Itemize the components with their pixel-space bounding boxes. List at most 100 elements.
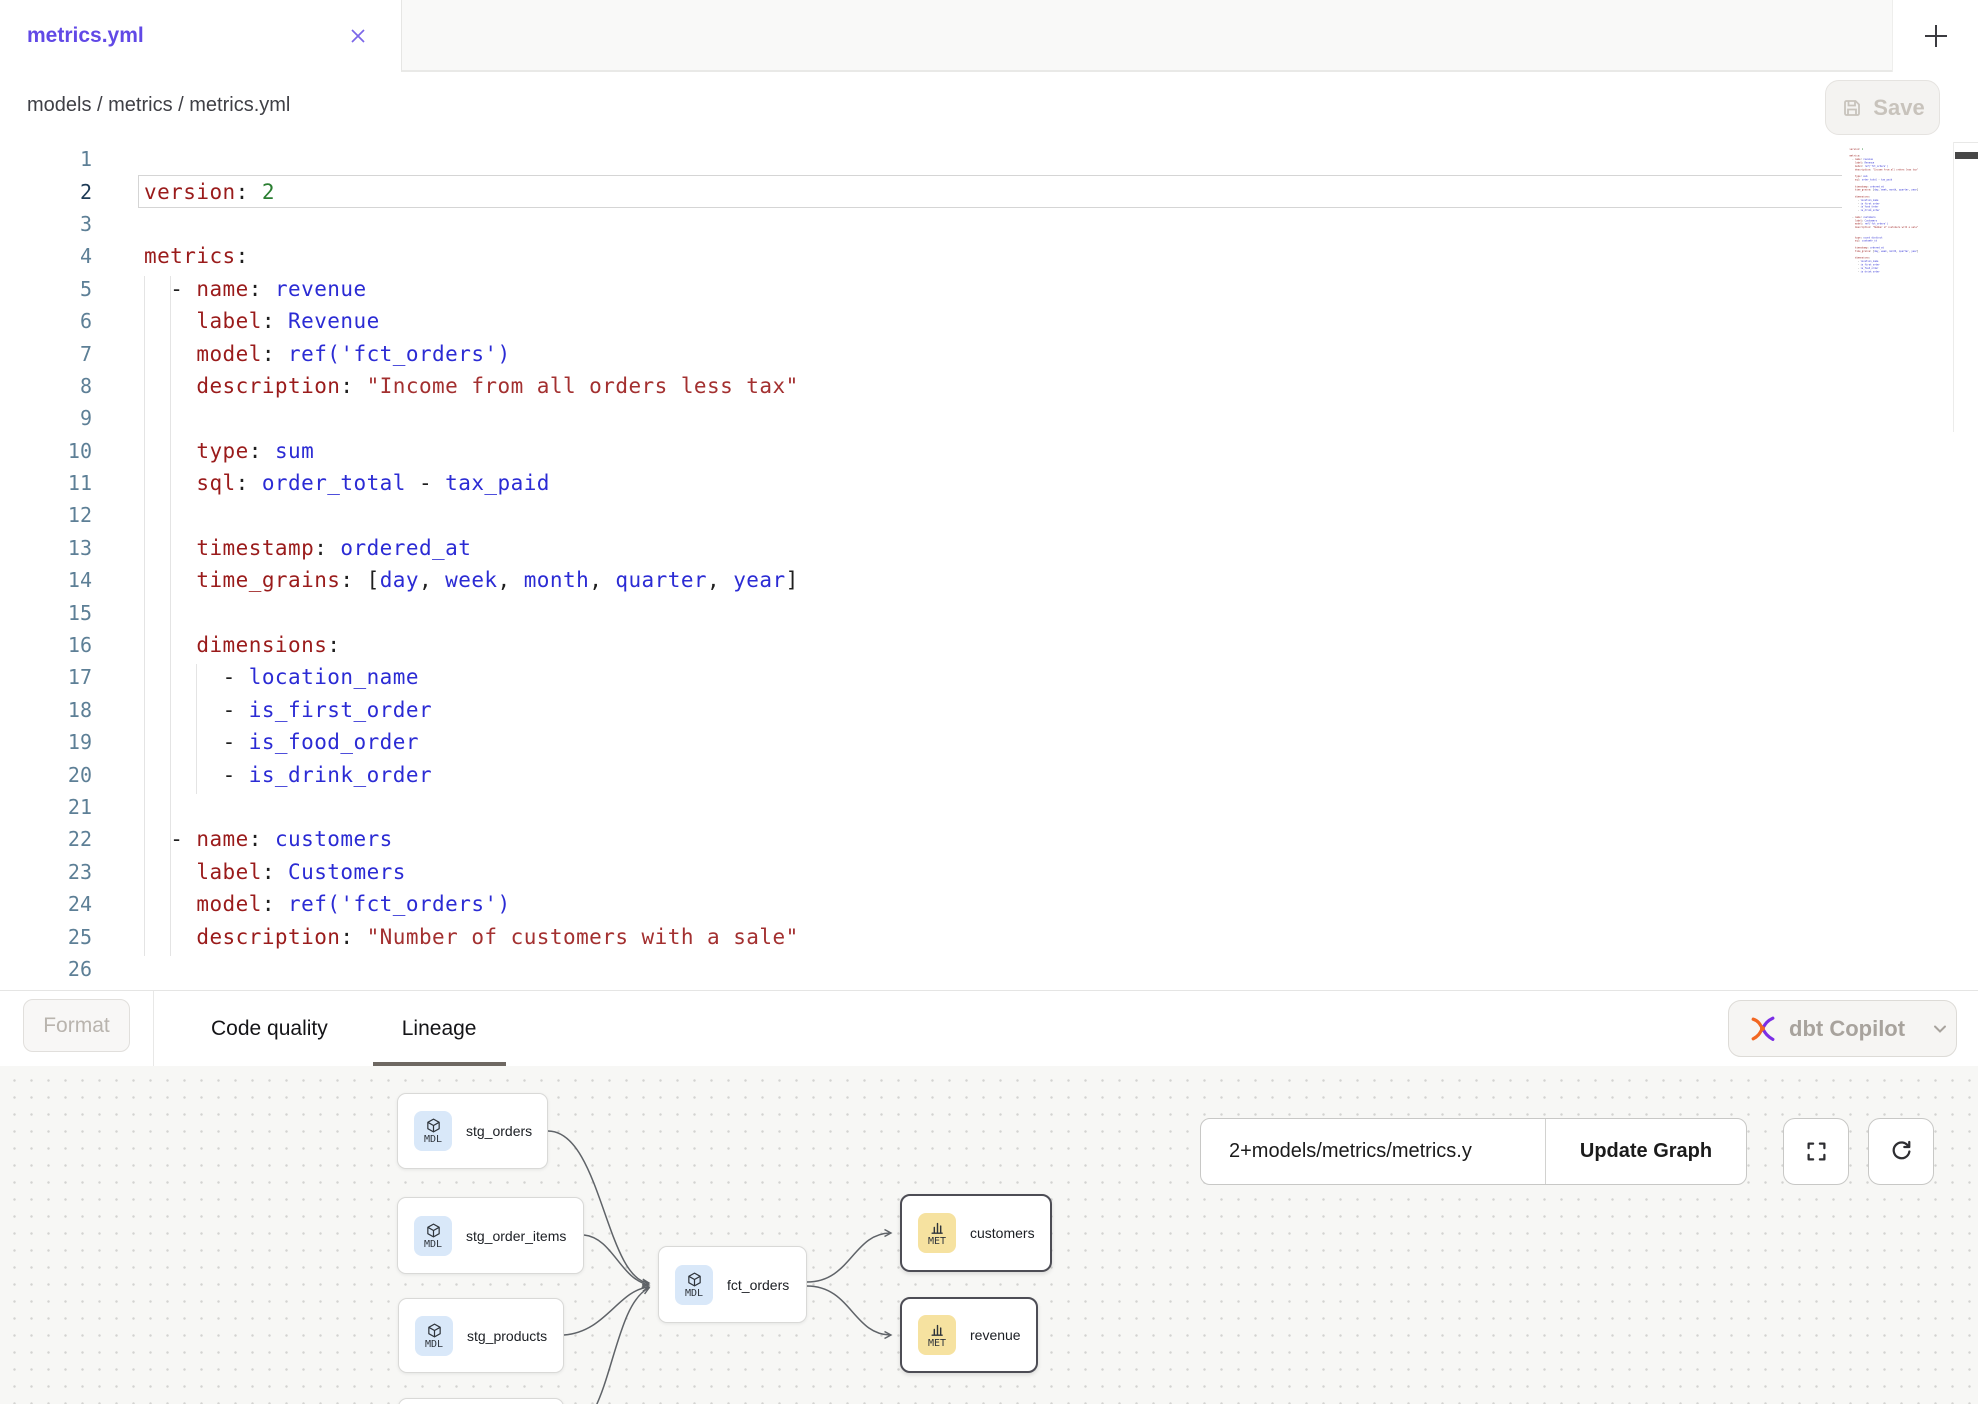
update-graph-button[interactable]: Update Graph xyxy=(1546,1119,1746,1184)
tab-title: metrics.yml xyxy=(27,24,144,48)
panel-tab-code-quality[interactable]: Code quality xyxy=(211,991,328,1066)
line-number: 17 xyxy=(0,665,92,689)
code-line-20[interactable]: 20 - is_drink_order xyxy=(0,758,1840,790)
line-number: 9 xyxy=(0,406,92,430)
minimap-right-border xyxy=(1953,142,1954,432)
line-number: 23 xyxy=(0,860,92,884)
node-label: revenue xyxy=(970,1327,1021,1343)
minimap-content: version: 2metrics: - name: revenue label… xyxy=(1844,144,1953,273)
line-number: 25 xyxy=(0,925,92,949)
new-tab-button[interactable] xyxy=(1892,0,1978,72)
code-text: description: "Number of customers with a… xyxy=(92,925,799,949)
code-line-3[interactable]: 3 xyxy=(0,208,1840,240)
code-text: timestamp: ordered_at xyxy=(92,536,471,560)
breadcrumb: models / metrics / metrics.yml xyxy=(27,94,290,117)
line-number: 13 xyxy=(0,536,92,560)
line-number: 18 xyxy=(0,698,92,722)
code-line-11[interactable]: 11 sql: order_total - tax_paid xyxy=(0,467,1840,499)
code-line-1[interactable]: 1 xyxy=(0,143,1840,175)
lineage-node-stg_orders[interactable]: MDLstg_orders xyxy=(397,1093,548,1169)
lineage-node-stg_order_items[interactable]: MDL stg_order_items xyxy=(397,1197,584,1274)
code-text: label: Revenue xyxy=(92,309,380,333)
lineage-node-revenue[interactable]: METrevenue xyxy=(900,1297,1038,1373)
save-button[interactable]: Save xyxy=(1825,80,1940,135)
dbt-ide-window: metrics.yml models / metrics / metrics.y… xyxy=(0,0,1978,1404)
line-number: 7 xyxy=(0,342,92,366)
code-line-14[interactable]: 14 time_grains: [day, week, month, quart… xyxy=(0,564,1840,596)
code-line-13[interactable]: 13 timestamp: ordered_at xyxy=(0,532,1840,564)
code-line-26[interactable]: 26 xyxy=(0,953,1840,985)
lineage-node-stg_products[interactable]: MDLstg_products xyxy=(398,1298,564,1373)
dbt-copilot-icon xyxy=(1747,1013,1778,1044)
code-line-19[interactable]: 19 - is_food_order xyxy=(0,726,1840,758)
line-number: 11 xyxy=(0,471,92,495)
edge-partial_model-to-fct_orders xyxy=(564,1288,649,1404)
code-lines: 12version: 234metrics:5 - name: revenue6… xyxy=(0,143,1840,985)
code-line-5[interactable]: 5 - name: revenue xyxy=(0,273,1840,305)
line-number: 6 xyxy=(0,309,92,333)
tab-metrics-yml[interactable]: metrics.yml xyxy=(0,0,401,72)
line-number: 22 xyxy=(0,827,92,851)
line-number: 19 xyxy=(0,730,92,754)
code-line-15[interactable]: 15 xyxy=(0,596,1840,628)
code-line-16[interactable]: 16 dimensions: xyxy=(0,629,1840,661)
lineage-node-customers[interactable]: METcustomers xyxy=(900,1194,1052,1272)
dbt-copilot-button[interactable]: dbt Copilot xyxy=(1728,1000,1957,1057)
model-node-icon: MDL xyxy=(415,1316,453,1356)
lineage-node-fct_orders[interactable]: MDL fct_orders xyxy=(658,1246,807,1323)
code-text: metrics: xyxy=(92,244,249,268)
code-text: sql: order_total - tax_paid xyxy=(92,471,550,495)
line-number: 3 xyxy=(0,212,92,236)
code-line-6[interactable]: 6 label: Revenue xyxy=(0,305,1840,337)
close-tab-icon[interactable] xyxy=(343,21,373,51)
edge-fct_orders-to-revenue xyxy=(807,1286,891,1335)
code-line-21[interactable]: 21 xyxy=(0,791,1840,823)
node-type-badge: MET xyxy=(928,1236,946,1247)
fullscreen-button[interactable] xyxy=(1783,1118,1849,1185)
code-line-7[interactable]: 7 model: ref('fct_orders') xyxy=(0,337,1840,369)
format-button[interactable]: Format xyxy=(23,999,130,1052)
model-node-icon: MDL xyxy=(414,1111,452,1151)
code-text: label: Customers xyxy=(92,860,406,884)
code-line-8[interactable]: 8 description: "Income from all orders l… xyxy=(0,370,1840,402)
node-label: fct_orders xyxy=(727,1277,789,1293)
line-number: 16 xyxy=(0,633,92,657)
save-icon xyxy=(1840,96,1864,120)
node-type-badge: MDL xyxy=(424,1239,442,1250)
code-line-17[interactable]: 17 - location_name xyxy=(0,661,1840,693)
bottom-panel-toolbar: Format Code quality Lineage dbt Copilot xyxy=(0,990,1978,1066)
lineage-canvas[interactable]: MDLstg_ordersMDLstg_order_itemsMDLstg_pr… xyxy=(0,1066,1978,1404)
code-line-18[interactable]: 18 - is_first_order xyxy=(0,694,1840,726)
code-line-22[interactable]: 22 - name: customers xyxy=(0,823,1840,855)
code-line-12[interactable]: 12 xyxy=(0,499,1840,531)
line-number: 8 xyxy=(0,374,92,398)
node-label: stg_order_items xyxy=(466,1228,566,1244)
scrollbar-thumb[interactable] xyxy=(1955,152,1978,159)
code-editor[interactable]: 12version: 234metrics:5 - name: revenue6… xyxy=(0,140,1978,990)
code-line-4[interactable]: 4metrics: xyxy=(0,240,1840,272)
code-line-2[interactable]: 2version: 2 xyxy=(0,175,1840,207)
code-line-10[interactable]: 10 type: sum xyxy=(0,435,1840,467)
code-text: - is_food_order xyxy=(92,730,419,754)
code-text: - is_drink_order xyxy=(1844,270,1880,273)
line-number: 26 xyxy=(0,957,92,981)
node-type-badge: MDL xyxy=(685,1288,703,1299)
chevron-down-icon xyxy=(1930,1019,1950,1039)
node-type-badge: MDL xyxy=(424,1134,442,1145)
minimap[interactable]: version: 2metrics: - name: revenue label… xyxy=(1842,142,1953,582)
code-text: dimensions: xyxy=(92,633,340,657)
code-text: version: 2 xyxy=(92,180,275,204)
code-line-25[interactable]: 25 description: "Number of customers wit… xyxy=(0,920,1840,952)
code-line-23[interactable]: 23 label: Customers xyxy=(0,856,1840,888)
refresh-button[interactable] xyxy=(1868,1118,1934,1185)
line-number: 4 xyxy=(0,244,92,268)
fullscreen-icon xyxy=(1803,1138,1830,1165)
code-line-9[interactable]: 9 xyxy=(0,402,1840,434)
panel-tab-lineage[interactable]: Lineage xyxy=(402,991,477,1066)
lineage-node-partial_model[interactable]: MDL xyxy=(398,1398,564,1404)
metric-node-icon: MET xyxy=(918,1213,956,1253)
code-text: model: ref('fct_orders') xyxy=(92,342,511,366)
lineage-selector-input[interactable]: 2+models/metrics/metrics.y xyxy=(1201,1119,1546,1184)
model-node-icon: MDL xyxy=(414,1216,452,1256)
code-line-24[interactable]: 24 model: ref('fct_orders') xyxy=(0,888,1840,920)
